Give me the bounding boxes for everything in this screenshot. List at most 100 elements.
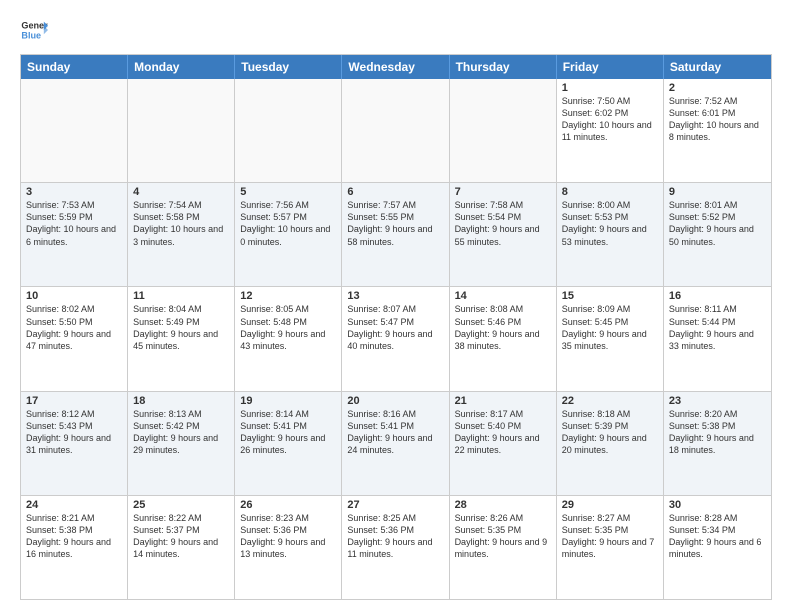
- day-info: Sunrise: 8:13 AMSunset: 5:42 PMDaylight:…: [133, 408, 229, 457]
- day-number: 8: [562, 186, 658, 198]
- empty-cell: [450, 79, 557, 182]
- day-info: Sunrise: 8:05 AMSunset: 5:48 PMDaylight:…: [240, 303, 336, 352]
- day-info: Sunrise: 8:14 AMSunset: 5:41 PMDaylight:…: [240, 408, 336, 457]
- day-cell-16: 16Sunrise: 8:11 AMSunset: 5:44 PMDayligh…: [664, 287, 771, 390]
- day-info: Sunrise: 8:02 AMSunset: 5:50 PMDaylight:…: [26, 303, 122, 352]
- day-number: 24: [26, 499, 122, 511]
- day-number: 21: [455, 395, 551, 407]
- day-number: 28: [455, 499, 551, 511]
- day-cell-9: 9Sunrise: 8:01 AMSunset: 5:52 PMDaylight…: [664, 183, 771, 286]
- day-number: 6: [347, 186, 443, 198]
- logo-icon: General Blue: [20, 16, 48, 44]
- calendar-week-5: 24Sunrise: 8:21 AMSunset: 5:38 PMDayligh…: [21, 495, 771, 599]
- calendar-week-1: 1Sunrise: 7:50 AMSunset: 6:02 PMDaylight…: [21, 79, 771, 182]
- day-info: Sunrise: 8:11 AMSunset: 5:44 PMDaylight:…: [669, 303, 766, 352]
- day-cell-26: 26Sunrise: 8:23 AMSunset: 5:36 PMDayligh…: [235, 496, 342, 599]
- day-number: 3: [26, 186, 122, 198]
- day-cell-23: 23Sunrise: 8:20 AMSunset: 5:38 PMDayligh…: [664, 392, 771, 495]
- day-number: 10: [26, 290, 122, 302]
- day-cell-19: 19Sunrise: 8:14 AMSunset: 5:41 PMDayligh…: [235, 392, 342, 495]
- header-sunday: Sunday: [21, 55, 128, 79]
- day-number: 20: [347, 395, 443, 407]
- day-cell-2: 2Sunrise: 7:52 AMSunset: 6:01 PMDaylight…: [664, 79, 771, 182]
- day-info: Sunrise: 8:17 AMSunset: 5:40 PMDaylight:…: [455, 408, 551, 457]
- day-info: Sunrise: 8:27 AMSunset: 5:35 PMDaylight:…: [562, 512, 658, 561]
- header-tuesday: Tuesday: [235, 55, 342, 79]
- day-cell-20: 20Sunrise: 8:16 AMSunset: 5:41 PMDayligh…: [342, 392, 449, 495]
- day-info: Sunrise: 8:21 AMSunset: 5:38 PMDaylight:…: [26, 512, 122, 561]
- day-info: Sunrise: 7:54 AMSunset: 5:58 PMDaylight:…: [133, 199, 229, 248]
- empty-cell: [21, 79, 128, 182]
- svg-text:Blue: Blue: [21, 30, 41, 40]
- day-info: Sunrise: 8:12 AMSunset: 5:43 PMDaylight:…: [26, 408, 122, 457]
- day-cell-24: 24Sunrise: 8:21 AMSunset: 5:38 PMDayligh…: [21, 496, 128, 599]
- day-number: 12: [240, 290, 336, 302]
- day-number: 15: [562, 290, 658, 302]
- calendar-week-4: 17Sunrise: 8:12 AMSunset: 5:43 PMDayligh…: [21, 391, 771, 495]
- calendar: SundayMondayTuesdayWednesdayThursdayFrid…: [20, 54, 772, 600]
- day-number: 30: [669, 499, 766, 511]
- empty-cell: [128, 79, 235, 182]
- calendar-week-2: 3Sunrise: 7:53 AMSunset: 5:59 PMDaylight…: [21, 182, 771, 286]
- empty-cell: [342, 79, 449, 182]
- day-info: Sunrise: 8:20 AMSunset: 5:38 PMDaylight:…: [669, 408, 766, 457]
- day-cell-7: 7Sunrise: 7:58 AMSunset: 5:54 PMDaylight…: [450, 183, 557, 286]
- day-cell-4: 4Sunrise: 7:54 AMSunset: 5:58 PMDaylight…: [128, 183, 235, 286]
- day-number: 13: [347, 290, 443, 302]
- day-info: Sunrise: 8:25 AMSunset: 5:36 PMDaylight:…: [347, 512, 443, 561]
- day-info: Sunrise: 7:53 AMSunset: 5:59 PMDaylight:…: [26, 199, 122, 248]
- day-info: Sunrise: 8:01 AMSunset: 5:52 PMDaylight:…: [669, 199, 766, 248]
- day-info: Sunrise: 8:18 AMSunset: 5:39 PMDaylight:…: [562, 408, 658, 457]
- day-info: Sunrise: 8:23 AMSunset: 5:36 PMDaylight:…: [240, 512, 336, 561]
- day-cell-8: 8Sunrise: 8:00 AMSunset: 5:53 PMDaylight…: [557, 183, 664, 286]
- header-friday: Friday: [557, 55, 664, 79]
- calendar-header: SundayMondayTuesdayWednesdayThursdayFrid…: [21, 55, 771, 79]
- day-number: 18: [133, 395, 229, 407]
- day-number: 25: [133, 499, 229, 511]
- day-info: Sunrise: 8:09 AMSunset: 5:45 PMDaylight:…: [562, 303, 658, 352]
- empty-cell: [235, 79, 342, 182]
- day-info: Sunrise: 8:08 AMSunset: 5:46 PMDaylight:…: [455, 303, 551, 352]
- day-cell-5: 5Sunrise: 7:56 AMSunset: 5:57 PMDaylight…: [235, 183, 342, 286]
- day-info: Sunrise: 8:28 AMSunset: 5:34 PMDaylight:…: [669, 512, 766, 561]
- day-number: 26: [240, 499, 336, 511]
- day-cell-21: 21Sunrise: 8:17 AMSunset: 5:40 PMDayligh…: [450, 392, 557, 495]
- day-info: Sunrise: 7:56 AMSunset: 5:57 PMDaylight:…: [240, 199, 336, 248]
- day-info: Sunrise: 8:16 AMSunset: 5:41 PMDaylight:…: [347, 408, 443, 457]
- day-cell-25: 25Sunrise: 8:22 AMSunset: 5:37 PMDayligh…: [128, 496, 235, 599]
- day-number: 27: [347, 499, 443, 511]
- header-wednesday: Wednesday: [342, 55, 449, 79]
- day-number: 17: [26, 395, 122, 407]
- day-cell-1: 1Sunrise: 7:50 AMSunset: 6:02 PMDaylight…: [557, 79, 664, 182]
- day-info: Sunrise: 7:58 AMSunset: 5:54 PMDaylight:…: [455, 199, 551, 248]
- day-cell-27: 27Sunrise: 8:25 AMSunset: 5:36 PMDayligh…: [342, 496, 449, 599]
- day-info: Sunrise: 8:07 AMSunset: 5:47 PMDaylight:…: [347, 303, 443, 352]
- day-cell-11: 11Sunrise: 8:04 AMSunset: 5:49 PMDayligh…: [128, 287, 235, 390]
- day-cell-3: 3Sunrise: 7:53 AMSunset: 5:59 PMDaylight…: [21, 183, 128, 286]
- day-number: 11: [133, 290, 229, 302]
- day-info: Sunrise: 8:04 AMSunset: 5:49 PMDaylight:…: [133, 303, 229, 352]
- day-info: Sunrise: 8:00 AMSunset: 5:53 PMDaylight:…: [562, 199, 658, 248]
- day-number: 9: [669, 186, 766, 198]
- header-saturday: Saturday: [664, 55, 771, 79]
- day-cell-10: 10Sunrise: 8:02 AMSunset: 5:50 PMDayligh…: [21, 287, 128, 390]
- day-cell-29: 29Sunrise: 8:27 AMSunset: 5:35 PMDayligh…: [557, 496, 664, 599]
- day-number: 1: [562, 82, 658, 94]
- day-number: 2: [669, 82, 766, 94]
- day-number: 14: [455, 290, 551, 302]
- day-number: 19: [240, 395, 336, 407]
- day-info: Sunrise: 7:50 AMSunset: 6:02 PMDaylight:…: [562, 95, 658, 144]
- day-cell-12: 12Sunrise: 8:05 AMSunset: 5:48 PMDayligh…: [235, 287, 342, 390]
- logo: General Blue: [20, 16, 48, 44]
- day-cell-14: 14Sunrise: 8:08 AMSunset: 5:46 PMDayligh…: [450, 287, 557, 390]
- day-number: 22: [562, 395, 658, 407]
- header-thursday: Thursday: [450, 55, 557, 79]
- day-info: Sunrise: 7:52 AMSunset: 6:01 PMDaylight:…: [669, 95, 766, 144]
- day-cell-18: 18Sunrise: 8:13 AMSunset: 5:42 PMDayligh…: [128, 392, 235, 495]
- calendar-body: 1Sunrise: 7:50 AMSunset: 6:02 PMDaylight…: [21, 79, 771, 599]
- day-info: Sunrise: 8:22 AMSunset: 5:37 PMDaylight:…: [133, 512, 229, 561]
- day-cell-22: 22Sunrise: 8:18 AMSunset: 5:39 PMDayligh…: [557, 392, 664, 495]
- day-cell-13: 13Sunrise: 8:07 AMSunset: 5:47 PMDayligh…: [342, 287, 449, 390]
- day-info: Sunrise: 8:26 AMSunset: 5:35 PMDaylight:…: [455, 512, 551, 561]
- day-number: 5: [240, 186, 336, 198]
